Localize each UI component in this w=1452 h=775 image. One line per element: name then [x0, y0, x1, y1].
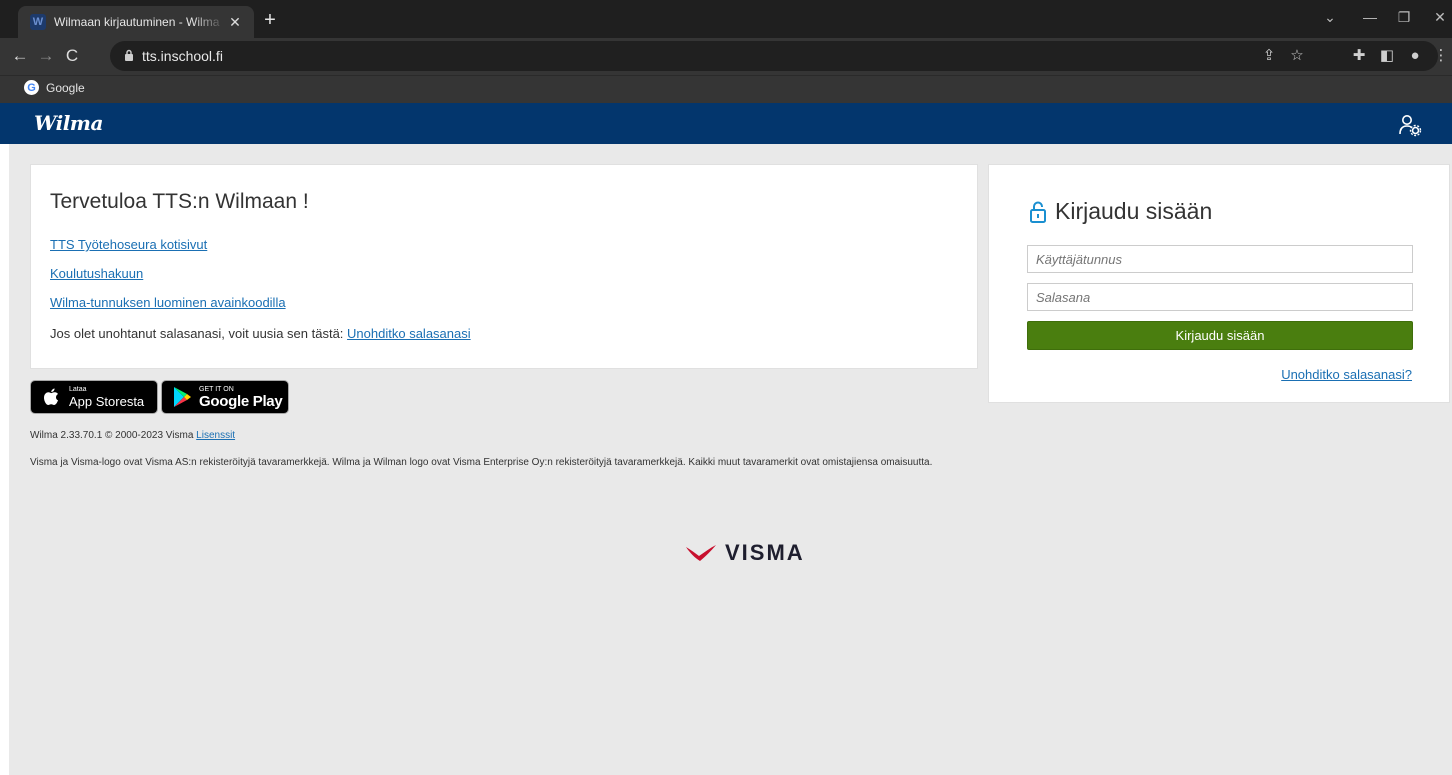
forgot-password-login-link[interactable]: Unohditko salasanasi? [1281, 367, 1412, 382]
url-text: tts.inschool.fi [142, 48, 223, 64]
browser-tabstrip: W Wilmaan kirjautuminen - Wilma ✕ + ⌄ — … [0, 0, 1452, 38]
app-store-big: App Storesta [69, 393, 145, 409]
google-play-badge[interactable]: GET IT ON Google Play [161, 380, 289, 414]
close-window-icon[interactable]: ✕ [1428, 9, 1452, 26]
share-icon[interactable]: ⇪ [1258, 46, 1280, 66]
menu-icon[interactable]: ⋮ [1430, 46, 1452, 66]
wilma-header: Wilma [0, 103, 1452, 144]
browser-tab[interactable]: W Wilmaan kirjautuminen - Wilma ✕ [18, 6, 254, 38]
link-course-search[interactable]: Koulutushakuun [50, 266, 143, 281]
app-store-badge[interactable]: Lataa App Storesta [30, 380, 158, 414]
app-store-small: Lataa [69, 385, 87, 393]
link-tts-homepage[interactable]: TTS Työtehoseura kotisivut [50, 237, 207, 252]
lock-icon [125, 49, 133, 61]
username-input[interactable] [1027, 245, 1413, 273]
login-button[interactable]: Kirjaudu sisään [1027, 321, 1413, 350]
bookmark-google[interactable]: G Google [24, 80, 85, 95]
forward-icon[interactable]: → [34, 46, 58, 66]
minimize-icon[interactable]: — [1358, 9, 1382, 25]
login-heading: Kirjaudu sisään [1029, 198, 1212, 225]
extensions-icon[interactable]: ✚ [1348, 46, 1370, 66]
wilma-logo[interactable]: Wilma [34, 111, 103, 135]
apple-icon [44, 388, 58, 405]
link-create-account[interactable]: Wilma-tunnuksen luominen avainkoodilla [50, 295, 286, 310]
google-icon: G [24, 80, 39, 95]
unlock-icon [1030, 201, 1046, 223]
bookmark-star-icon[interactable]: ☆ [1286, 46, 1308, 66]
left-edge [0, 144, 9, 775]
user-settings-icon[interactable] [1398, 113, 1422, 137]
forgot-password-text: Jos olet unohtanut salasanasi, voit uusi… [50, 326, 471, 341]
profile-icon[interactable]: ● [1404, 46, 1426, 66]
visma-swoosh-icon [686, 545, 716, 561]
google-play-icon [174, 387, 191, 407]
password-input[interactable] [1027, 283, 1413, 311]
visma-wordmark: VISMA [725, 540, 805, 565]
close-tab-icon[interactable]: ✕ [226, 14, 244, 31]
side-panel-icon[interactable]: ◧ [1376, 46, 1398, 66]
welcome-card: Tervetuloa TTS:n Wilmaan ! TTS Työtehose… [30, 164, 978, 369]
licenses-link[interactable]: Lisenssit [196, 430, 235, 441]
version-text: Wilma 2.33.70.1 © 2000-2023 Visma [30, 430, 194, 441]
forgot-password-prefix: Jos olet unohtanut salasanasi, voit uusi… [50, 326, 344, 341]
bookmark-label: Google [46, 80, 85, 95]
visma-logo: VISMA [685, 540, 805, 566]
reload-icon[interactable]: C [60, 46, 84, 66]
tab-search-icon[interactable]: ⌄ [1318, 9, 1342, 26]
back-icon[interactable]: ← [8, 46, 32, 66]
login-card: Kirjaudu sisään Kirjaudu sisään Unohditk… [988, 164, 1450, 403]
tab-title: Wilmaan kirjautuminen - Wilma [54, 15, 220, 29]
restore-icon[interactable]: ❐ [1392, 9, 1416, 26]
browser-toolbar: ← → C tts.inschool.fi ⇪ ☆ ✚ ◧ ● ⋮ [0, 38, 1452, 75]
wilma-favicon-icon: W [30, 14, 46, 30]
bookmarks-bar: G Google [0, 75, 1452, 103]
new-tab-icon[interactable]: + [258, 10, 282, 30]
google-play-big: Google Play [199, 392, 283, 410]
forgot-password-link[interactable]: Unohditko salasanasi [347, 326, 471, 341]
trademark-notice: Visma ja Visma-logo ovat Visma AS:n reki… [30, 457, 933, 468]
login-title: Kirjaudu sisään [1055, 198, 1213, 224]
welcome-title: Tervetuloa TTS:n Wilmaan ! [50, 190, 309, 213]
version-info: Wilma 2.33.70.1 © 2000-2023 Visma Lisens… [30, 430, 235, 441]
address-bar[interactable]: tts.inschool.fi ⇪ ☆ [110, 41, 1438, 71]
